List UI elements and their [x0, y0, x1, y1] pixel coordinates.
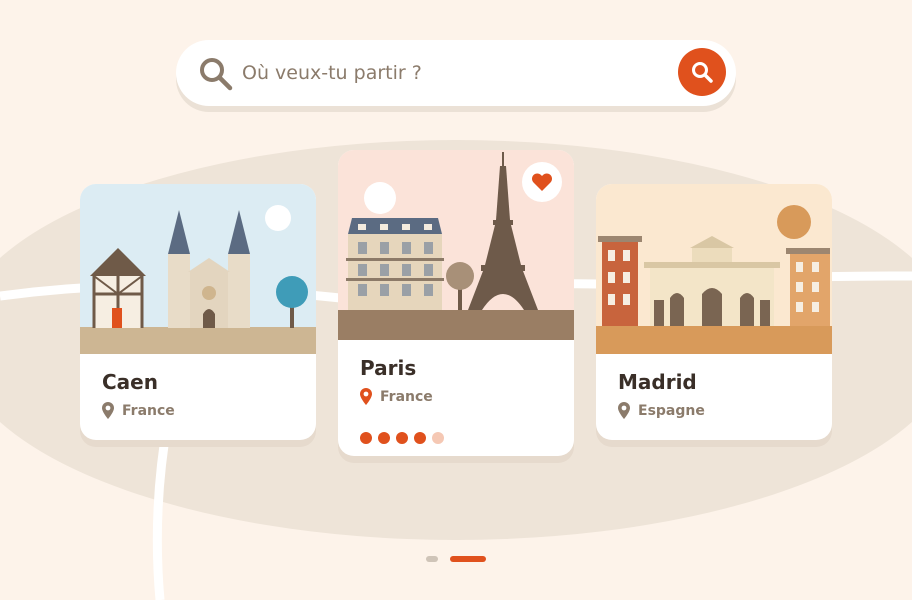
- destination-card-paris[interactable]: Paris France: [338, 150, 574, 456]
- card-location: Espagne: [618, 402, 705, 419]
- card-title: Caen: [102, 370, 158, 394]
- card-illustration-madrid: [596, 184, 832, 354]
- image-dot[interactable]: [432, 432, 444, 444]
- search-bar: [176, 40, 736, 106]
- page-indicator-1[interactable]: [426, 556, 438, 562]
- image-dot-active[interactable]: [414, 432, 426, 444]
- search-button-icon: [692, 62, 713, 83]
- image-dot[interactable]: [378, 432, 390, 444]
- location-pin-icon: [618, 402, 630, 419]
- carousel-pagination: [426, 556, 486, 562]
- favorite-button[interactable]: [522, 162, 562, 202]
- destination-card-madrid[interactable]: Madrid Espagne: [596, 184, 832, 440]
- image-dot[interactable]: [396, 432, 408, 444]
- image-dot[interactable]: [360, 432, 372, 444]
- card-country: France: [380, 388, 433, 405]
- location-pin-icon: [102, 402, 114, 419]
- image-carousel-dots: [360, 432, 450, 444]
- card-location: France: [360, 388, 433, 405]
- card-country: Espagne: [638, 402, 705, 419]
- card-title: Madrid: [618, 370, 697, 394]
- search-input[interactable]: [242, 59, 662, 87]
- card-title: Paris: [360, 356, 417, 380]
- heart-icon: [532, 173, 552, 191]
- search-icon: [200, 58, 233, 91]
- card-illustration-caen: [80, 184, 316, 354]
- location-pin-icon: [360, 388, 372, 405]
- page-indicator-2-active[interactable]: [450, 556, 486, 562]
- card-country: France: [122, 402, 175, 419]
- card-location: France: [102, 402, 175, 419]
- destination-card-caen[interactable]: Caen France: [80, 184, 316, 440]
- search-button[interactable]: [678, 48, 726, 96]
